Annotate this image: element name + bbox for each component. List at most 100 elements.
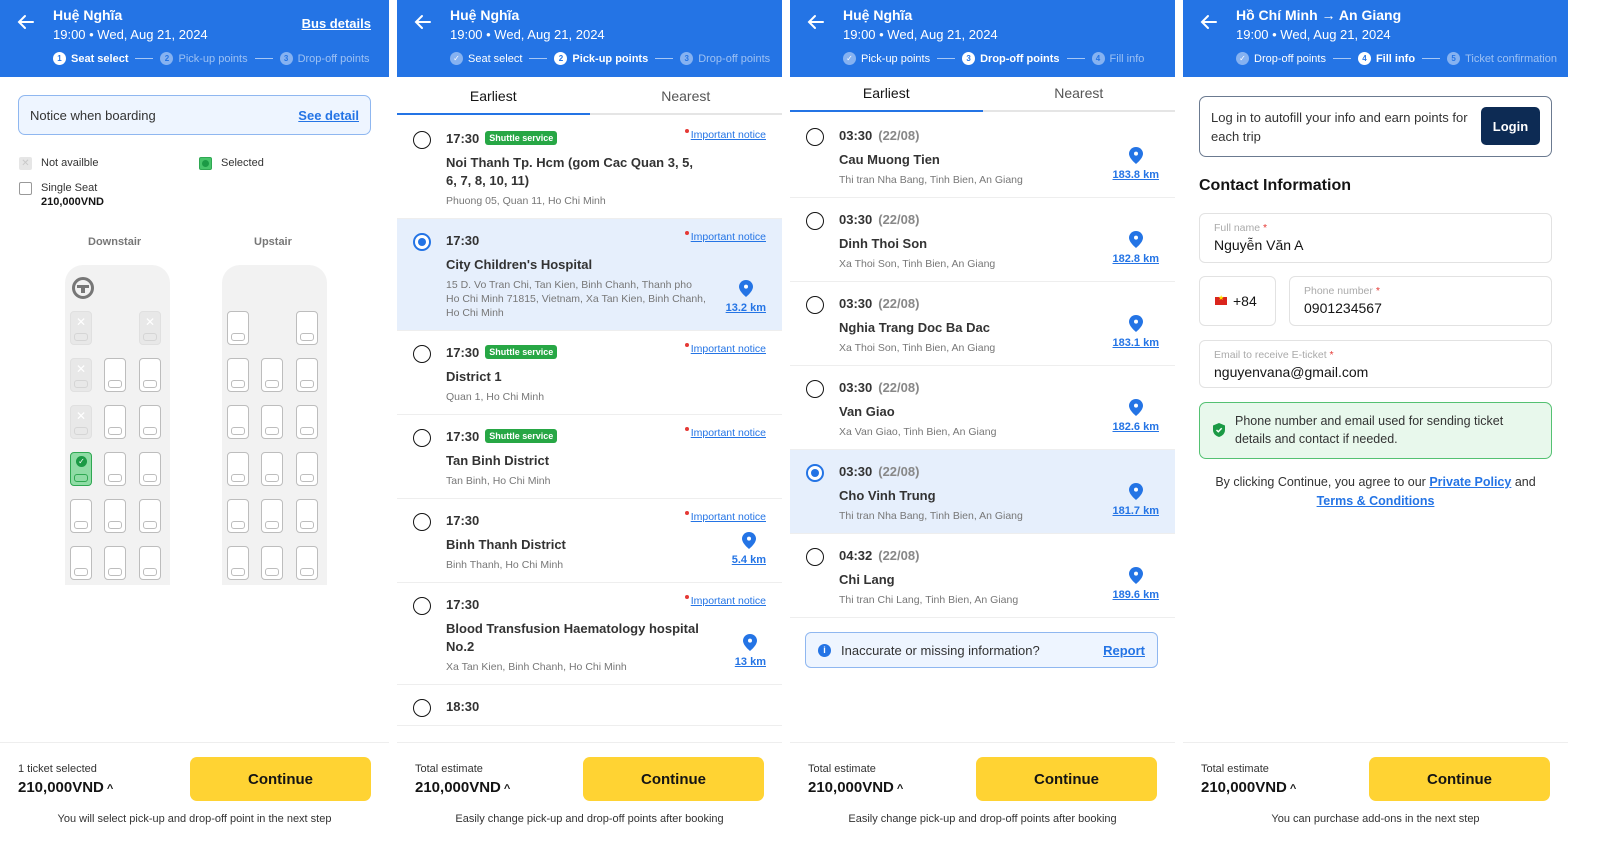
distance-link[interactable]: 189.6 km [1113, 567, 1159, 601]
important-notice-link[interactable]: Important notice [684, 595, 766, 607]
seat-available[interactable] [104, 499, 126, 533]
phone-number-input[interactable] [1304, 300, 1537, 316]
email-field[interactable]: Email to receive E-ticket * [1199, 340, 1552, 388]
tab-nearest[interactable]: Nearest [590, 77, 783, 113]
seat-available[interactable] [139, 358, 161, 392]
distance-link[interactable]: 181.7 km [1113, 483, 1159, 517]
continue-button[interactable]: Continue [190, 757, 371, 801]
important-notice-link[interactable]: Important notice [684, 343, 766, 355]
important-notice-link[interactable]: Important notice [684, 231, 766, 243]
seat-available[interactable] [261, 452, 283, 486]
back-arrow-icon[interactable] [16, 12, 36, 32]
back-arrow-icon[interactable] [806, 12, 826, 32]
seat-available[interactable] [227, 405, 249, 439]
radio-button[interactable] [806, 296, 824, 314]
seat-available[interactable] [139, 546, 161, 580]
seat-available[interactable] [296, 452, 318, 486]
list-item[interactable]: 03:30 (22/08) Cau Muong Tien Thi tran Nha B… [790, 114, 1175, 198]
seat-available[interactable] [139, 405, 161, 439]
list-item[interactable]: 17:30 Shuttle service Important notice Dist… [397, 331, 782, 415]
country-code-selector[interactable]: +84 [1199, 276, 1276, 326]
seat-available[interactable] [261, 405, 283, 439]
terms-conditions-link[interactable]: Terms & Conditions [1317, 494, 1435, 508]
radio-button[interactable] [413, 233, 431, 251]
see-detail-link[interactable]: See detail [298, 108, 359, 123]
seat-available[interactable] [227, 499, 249, 533]
back-arrow-icon[interactable] [413, 12, 433, 32]
continue-button[interactable]: Continue [583, 757, 764, 801]
report-link[interactable]: Report [1103, 643, 1145, 658]
full-name-field[interactable]: Full name * [1199, 213, 1552, 263]
list-item[interactable]: 17:30 Shuttle service Important notice Noi … [397, 117, 782, 219]
seat-available[interactable] [227, 358, 249, 392]
bus-details-link[interactable]: Bus details [302, 16, 371, 31]
seat-available[interactable] [296, 311, 318, 345]
distance-link[interactable]: 183.1 km [1113, 315, 1159, 349]
tab-earliest[interactable]: Earliest [790, 77, 983, 112]
privacy-policy-link[interactable]: Private Policy [1429, 475, 1511, 489]
radio-button[interactable] [413, 699, 431, 717]
list-item[interactable]: 17:30 Important notice City Children's Hos… [397, 219, 782, 331]
seat-available[interactable] [227, 311, 249, 345]
continue-button[interactable]: Continue [1369, 757, 1550, 801]
distance-link[interactable]: 183.8 km [1113, 147, 1159, 181]
total-price[interactable]: 210,000VND ^ [1201, 779, 1296, 796]
phone-number-field[interactable]: Phone number * [1289, 276, 1552, 326]
seat-available[interactable] [296, 546, 318, 580]
important-notice-link[interactable]: Important notice [684, 427, 766, 439]
full-name-input[interactable] [1214, 237, 1537, 253]
list-item[interactable]: 18:30 [397, 685, 782, 726]
distance-link[interactable]: 5.4 km [732, 532, 766, 566]
seat-available[interactable] [104, 546, 126, 580]
list-item[interactable]: 17:30 Shuttle service Important notice Tan … [397, 415, 782, 499]
seat-available[interactable] [139, 499, 161, 533]
radio-button[interactable] [413, 513, 431, 531]
seat-available[interactable] [296, 405, 318, 439]
seat-available[interactable] [261, 546, 283, 580]
radio-button[interactable] [413, 345, 431, 363]
list-item[interactable]: 03:30 (22/08) Dinh Thoi Son Xa Thoi Son, Ti… [790, 198, 1175, 282]
seat-available[interactable] [70, 546, 92, 580]
seat-available[interactable] [227, 452, 249, 486]
total-price[interactable]: 210,000VND ^ [415, 779, 510, 796]
seat-available[interactable] [296, 358, 318, 392]
seat-selected[interactable]: ✓ [70, 452, 92, 486]
list-item[interactable]: 17:30 Important notice Binh Thanh District… [397, 499, 782, 583]
total-price[interactable]: 210,000VND ^ [808, 779, 903, 796]
seat-available[interactable] [139, 452, 161, 486]
distance-link[interactable]: 182.6 km [1113, 399, 1159, 433]
important-notice-link[interactable]: Important notice [684, 129, 766, 141]
email-input[interactable] [1214, 364, 1537, 380]
radio-button[interactable] [806, 380, 824, 398]
seat-available[interactable] [104, 358, 126, 392]
seat-available[interactable] [261, 358, 283, 392]
seat-available[interactable] [104, 452, 126, 486]
login-button[interactable]: Login [1481, 107, 1540, 145]
distance-link[interactable]: 13.2 km [726, 280, 766, 314]
radio-button[interactable] [413, 131, 431, 149]
radio-button[interactable] [806, 212, 824, 230]
list-item[interactable]: 03:30 (22/08) Nghia Trang Doc Ba Dac Xa Tho… [790, 282, 1175, 366]
radio-button[interactable] [806, 128, 824, 146]
list-item[interactable]: 04:32 (22/08) Chi Lang Thi tran Chi Lang, T… [790, 534, 1175, 618]
seat-available[interactable] [227, 546, 249, 580]
list-item[interactable]: 03:30 (22/08) Van Giao Xa Van Giao, Tinh Bi… [790, 366, 1175, 450]
radio-button[interactable] [413, 597, 431, 615]
distance-link[interactable]: 182.8 km [1113, 231, 1159, 265]
radio-button[interactable] [806, 464, 824, 482]
seat-available[interactable] [70, 499, 92, 533]
tab-earliest[interactable]: Earliest [397, 77, 590, 115]
seat-available[interactable] [261, 499, 283, 533]
seat-available[interactable] [296, 499, 318, 533]
back-arrow-icon[interactable] [1199, 12, 1219, 32]
important-notice-link[interactable]: Important notice [684, 511, 766, 523]
total-price[interactable]: 210,000VND ^ [18, 779, 113, 796]
list-item[interactable]: 17:30 Important notice Blood Transfusion H… [397, 583, 782, 685]
radio-button[interactable] [806, 548, 824, 566]
continue-button[interactable]: Continue [976, 757, 1157, 801]
distance-link[interactable]: 13 km [735, 634, 766, 668]
radio-button[interactable] [413, 429, 431, 447]
list-item[interactable]: 03:30 (22/08) Cho Vinh Trung Thi tran Nha B… [790, 450, 1175, 534]
tab-nearest[interactable]: Nearest [983, 77, 1176, 110]
seat-available[interactable] [104, 405, 126, 439]
